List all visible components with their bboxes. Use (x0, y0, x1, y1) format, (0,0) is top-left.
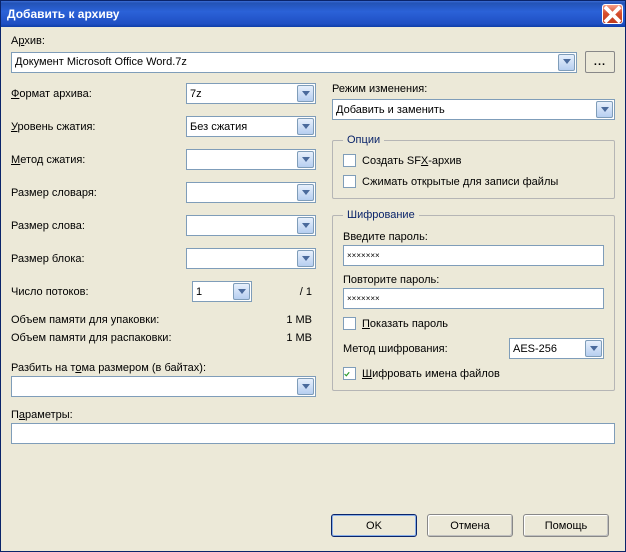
close-button[interactable] (602, 4, 623, 24)
ok-button[interactable]: OK (331, 514, 417, 537)
left-column: Формат архива: 7z Уровень сжатия: Без сж… (11, 83, 316, 401)
openfiles-label: Сжимать открытые для записи файлы (362, 176, 558, 188)
chevron-down-icon (601, 107, 609, 113)
mem-pack-value: 1 MB (256, 314, 316, 326)
chevron-down-icon (590, 346, 598, 352)
encrypt-names-label: Шифровать имена файлов (362, 368, 500, 380)
mode-combo[interactable]: Добавить и заменить (332, 99, 615, 120)
format-dropdown-button[interactable] (297, 85, 314, 102)
enc-method-dropdown-button[interactable] (585, 340, 602, 357)
archive-dropdown-button[interactable] (558, 54, 575, 71)
chevron-down-icon (563, 59, 571, 65)
chevron-down-icon (302, 190, 310, 196)
mode-label: Режим изменения: (332, 83, 615, 95)
chevron-down-icon (302, 256, 310, 262)
params-input[interactable] (11, 423, 615, 444)
archive-path-combo[interactable]: Документ Microsoft Office Word.7z (11, 52, 577, 73)
block-dropdown-button[interactable] (297, 250, 314, 267)
chevron-down-icon (302, 223, 310, 229)
method-combo[interactable] (186, 149, 316, 170)
split-dropdown-button[interactable] (297, 378, 314, 395)
dialog-content: Архив: Документ Microsoft Office Word.7z… (1, 27, 625, 551)
options-group: Опции Создать SFX-архив Сжимать открытые… (332, 134, 615, 199)
split-combo[interactable] (11, 376, 316, 397)
word-label: Размер слова: (11, 220, 186, 232)
dict-combo[interactable] (186, 182, 316, 203)
level-label: Уровень сжатия: (11, 121, 186, 133)
pw1-label: Введите пароль: (343, 231, 604, 243)
chevron-down-icon (302, 124, 310, 130)
close-icon (603, 5, 622, 24)
dict-dropdown-button[interactable] (297, 184, 314, 201)
level-combo[interactable]: Без сжатия (186, 116, 316, 137)
titlebar: Добавить к архиву (1, 1, 625, 27)
split-label: Разбить на тома размером (в байтах): (11, 362, 316, 374)
format-combo[interactable]: 7z (186, 83, 316, 104)
chevron-down-icon (302, 157, 310, 163)
threads-combo[interactable]: 1 (192, 281, 252, 302)
check-icon (344, 369, 350, 379)
encrypt-names-checkbox[interactable] (343, 367, 356, 380)
threads-label: Число потоков: (11, 286, 192, 298)
dialog-footer: OK Отмена Помощь (11, 506, 615, 547)
pw1-input[interactable]: ××××××× (343, 245, 604, 266)
threads-max: / 1 (252, 286, 316, 298)
format-label: Формат архива: (11, 88, 186, 100)
cancel-button[interactable]: Отмена (427, 514, 513, 537)
archive-path-value: Документ Microsoft Office Word.7z (15, 56, 187, 68)
mem-pack-label: Объем памяти для упаковки: (11, 314, 256, 326)
dict-label: Размер словаря: (11, 187, 186, 199)
enc-method-label: Метод шифрования: (343, 343, 501, 355)
browse-button[interactable]: ... (585, 51, 615, 73)
mem-unpack-value: 1 MB (256, 332, 316, 344)
params-label: Параметры: (11, 409, 615, 421)
encryption-group: Шифрование Введите пароль: ××××××× Повто… (332, 209, 615, 391)
mem-unpack-label: Объем памяти для распаковки: (11, 332, 256, 344)
method-label: Метод сжатия: (11, 154, 186, 166)
options-legend: Опции (343, 134, 384, 146)
right-column: Режим изменения: Добавить и заменить Опц… (332, 83, 615, 401)
word-dropdown-button[interactable] (297, 217, 314, 234)
enc-method-combo[interactable]: AES-256 (509, 338, 604, 359)
window-title: Добавить к архиву (7, 7, 602, 21)
pw2-label: Повторите пароль: (343, 274, 604, 286)
help-button[interactable]: Помощь (523, 514, 609, 537)
dialog-window: Добавить к архиву Архив: Документ Micros… (0, 0, 626, 552)
chevron-down-icon (238, 289, 246, 295)
encryption-legend: Шифрование (343, 209, 419, 221)
archive-label: Архив: (11, 35, 615, 47)
method-dropdown-button[interactable] (297, 151, 314, 168)
sfx-label: Создать SFX-архив (362, 155, 462, 167)
sfx-checkbox[interactable] (343, 154, 356, 167)
threads-dropdown-button[interactable] (233, 283, 250, 300)
showpw-label: Показать пароль (362, 318, 448, 330)
mode-dropdown-button[interactable] (596, 101, 613, 118)
chevron-down-icon (302, 384, 310, 390)
word-combo[interactable] (186, 215, 316, 236)
pw2-input[interactable]: ××××××× (343, 288, 604, 309)
level-dropdown-button[interactable] (297, 118, 314, 135)
chevron-down-icon (302, 91, 310, 97)
block-combo[interactable] (186, 248, 316, 269)
block-label: Размер блока: (11, 253, 186, 265)
showpw-checkbox[interactable] (343, 317, 356, 330)
openfiles-checkbox[interactable] (343, 175, 356, 188)
